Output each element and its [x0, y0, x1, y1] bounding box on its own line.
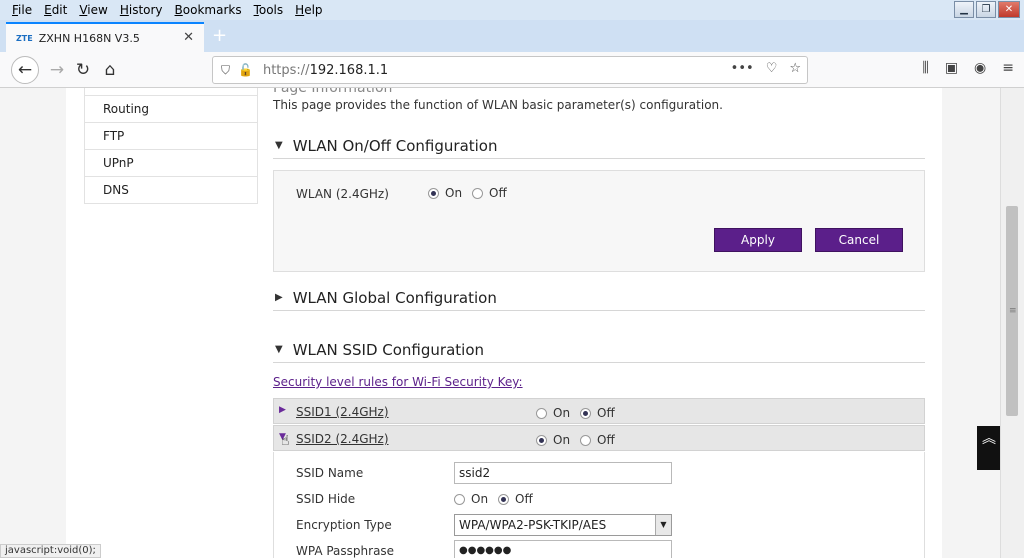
- shield-icon[interactable]: ⛉: [221, 63, 230, 78]
- menu-edit[interactable]: Edit: [44, 3, 67, 17]
- hamburger-menu-icon[interactable]: ≡: [1002, 60, 1014, 76]
- page-title: Page Information: [273, 88, 393, 96]
- sidebar-item-routing[interactable]: Routing: [84, 96, 258, 123]
- back-icon[interactable]: ←: [11, 56, 39, 84]
- tab-router[interactable]: ZTE ZXHN H168N V3.5 ✕: [6, 22, 204, 52]
- page-margin-left: [0, 88, 66, 558]
- menu-help[interactable]: Help: [295, 3, 322, 17]
- cancel-button[interactable]: Cancel: [815, 228, 903, 252]
- window-controls: ▁ ❐ ✕: [954, 1, 1020, 18]
- pocket-icon[interactable]: ♡: [766, 61, 778, 76]
- home-icon[interactable]: ⌂: [97, 57, 123, 83]
- ssid-hide-on-radio[interactable]: On: [454, 492, 488, 506]
- section-wlan-onoff[interactable]: ▼ WLAN On/Off Configuration: [273, 133, 925, 159]
- ssid-name-input[interactable]: ssid2: [454, 462, 672, 484]
- expanded-arrow-icon: ▼: [275, 140, 283, 151]
- ssid-hide-label: SSID Hide: [296, 492, 356, 506]
- ssid1-on-radio[interactable]: On: [536, 406, 570, 420]
- url-bar[interactable]: ⛉ 🔓 https://192.168.1.1 ••• ♡ ☆: [212, 56, 808, 84]
- radio-icon: [536, 407, 547, 419]
- section-heading: WLAN Global Configuration: [292, 288, 497, 307]
- library-icon[interactable]: ⫼: [922, 60, 928, 76]
- new-tab-icon[interactable]: +: [212, 25, 227, 46]
- wlan-onoff-panel: WLAN (2.4GHz) On Off Apply Cancel: [273, 170, 925, 272]
- tab-title: ZXHN H168N V3.5: [38, 31, 140, 45]
- menu-bar: File Edit View History Bookmarks Tools H…: [0, 0, 1024, 20]
- ssid1-row[interactable]: ▶ SSID1 (2.4GHz) On Off: [273, 398, 925, 424]
- menu-tools[interactable]: Tools: [254, 3, 284, 17]
- url-text: https://192.168.1.1: [262, 62, 389, 78]
- more-icon[interactable]: •••: [731, 61, 754, 76]
- collapsed-arrow-icon: ▶: [279, 405, 286, 415]
- url-actions: ••• ♡ ☆: [731, 61, 801, 76]
- reload-icon[interactable]: ↻: [70, 57, 96, 83]
- ssid-name-label: SSID Name: [296, 466, 364, 480]
- sidebar: DDNS Routing FTP UPnP DNS: [84, 88, 258, 204]
- sidebar-toggle-icon[interactable]: ▣: [945, 60, 958, 76]
- page-viewport: DDNS Routing FTP UPnP DNS Page Informati…: [0, 88, 1024, 558]
- menu-history[interactable]: History: [120, 3, 163, 17]
- radio-selected-icon: [580, 407, 591, 419]
- wlan-off-radio[interactable]: Off: [472, 186, 507, 200]
- ssid2-row[interactable]: ▼ SSID2 (2.4GHz) On Off: [273, 425, 925, 451]
- ssid-hide-off-radio[interactable]: Off: [498, 492, 533, 506]
- back-to-top-icon[interactable]: ︽: [977, 426, 1001, 470]
- scroll-grip-icon: ≡: [1009, 306, 1017, 316]
- radio-selected-icon: [536, 434, 547, 446]
- restore-icon[interactable]: ❐: [976, 1, 996, 18]
- radio-icon: [580, 434, 591, 446]
- ssid2-name[interactable]: SSID2 (2.4GHz): [296, 432, 389, 446]
- ssid1-name[interactable]: SSID1 (2.4GHz): [296, 405, 389, 419]
- sidebar-item-ddns[interactable]: DDNS: [84, 88, 258, 96]
- menu-file[interactable]: File: [12, 3, 32, 17]
- wlan-label: WLAN (2.4GHz): [296, 187, 389, 201]
- status-bar: javascript:void(0);: [0, 544, 101, 558]
- page-margin-right: [942, 88, 1000, 558]
- close-window-icon[interactable]: ✕: [998, 1, 1020, 18]
- encryption-type-select[interactable]: WPA/WPA2-PSK-TKIP/AES ▼: [454, 514, 672, 536]
- section-heading: WLAN On/Off Configuration: [292, 136, 498, 155]
- zte-logo-icon: ZTE: [16, 33, 33, 43]
- encryption-type-value: WPA/WPA2-PSK-TKIP/AES: [459, 518, 607, 532]
- ssid1-off-radio[interactable]: Off: [580, 406, 615, 420]
- expanded-arrow-icon: ▼: [275, 344, 283, 355]
- menu-view[interactable]: View: [79, 3, 107, 17]
- toolbar-icons: ⫼ ▣ ◉ ≡: [922, 60, 1014, 76]
- lock-icon[interactable]: 🔓: [238, 63, 253, 77]
- collapsed-arrow-icon: ▶: [275, 292, 283, 303]
- radio-icon: [454, 493, 465, 505]
- close-tab-icon[interactable]: ✕: [183, 30, 194, 45]
- account-icon[interactable]: ◉: [974, 60, 986, 76]
- dropdown-arrow-icon[interactable]: ▼: [655, 515, 671, 535]
- sidebar-item-dns[interactable]: DNS: [84, 177, 258, 204]
- radio-selected-icon: [498, 493, 509, 505]
- wpa-passphrase-label: WPA Passphrase: [296, 544, 395, 558]
- tab-bar: ZTE ZXHN H168N V3.5 ✕ +: [0, 20, 1024, 52]
- radio-selected-icon: [428, 187, 439, 199]
- forward-icon[interactable]: →: [44, 57, 70, 83]
- section-wlan-global[interactable]: ▶ WLAN Global Configuration: [273, 285, 925, 311]
- scrollbar[interactable]: ≡: [1000, 88, 1024, 558]
- apply-button[interactable]: Apply: [714, 228, 802, 252]
- ssid2-off-radio[interactable]: Off: [580, 433, 615, 447]
- minimize-icon[interactable]: ▁: [954, 1, 974, 18]
- bookmark-star-icon[interactable]: ☆: [789, 61, 801, 76]
- wpa-passphrase-input[interactable]: ●●●●●●: [454, 540, 672, 558]
- sidebar-item-ftp[interactable]: FTP: [84, 123, 258, 150]
- wlan-on-radio[interactable]: On: [428, 186, 462, 200]
- encryption-type-label: Encryption Type: [296, 518, 392, 532]
- page-description: This page provides the function of WLAN …: [273, 98, 723, 112]
- section-heading: WLAN SSID Configuration: [292, 340, 484, 359]
- hand-cursor-icon: ☝: [281, 433, 290, 449]
- radio-icon: [472, 187, 483, 199]
- section-wlan-ssid[interactable]: ▼ WLAN SSID Configuration: [273, 337, 925, 363]
- nav-bar: ← → ↻ ⌂ ⛉ 🔓 https://192.168.1.1 ••• ♡ ☆ …: [0, 52, 1024, 88]
- ssid2-details: SSID Name ssid2 SSID Hide On Off Encrypt…: [273, 452, 925, 558]
- ssid2-on-radio[interactable]: On: [536, 433, 570, 447]
- sidebar-item-upnp[interactable]: UPnP: [84, 150, 258, 177]
- menu-bookmarks[interactable]: Bookmarks: [175, 3, 242, 17]
- security-rules-link[interactable]: Security level rules for Wi-Fi Security …: [273, 375, 523, 389]
